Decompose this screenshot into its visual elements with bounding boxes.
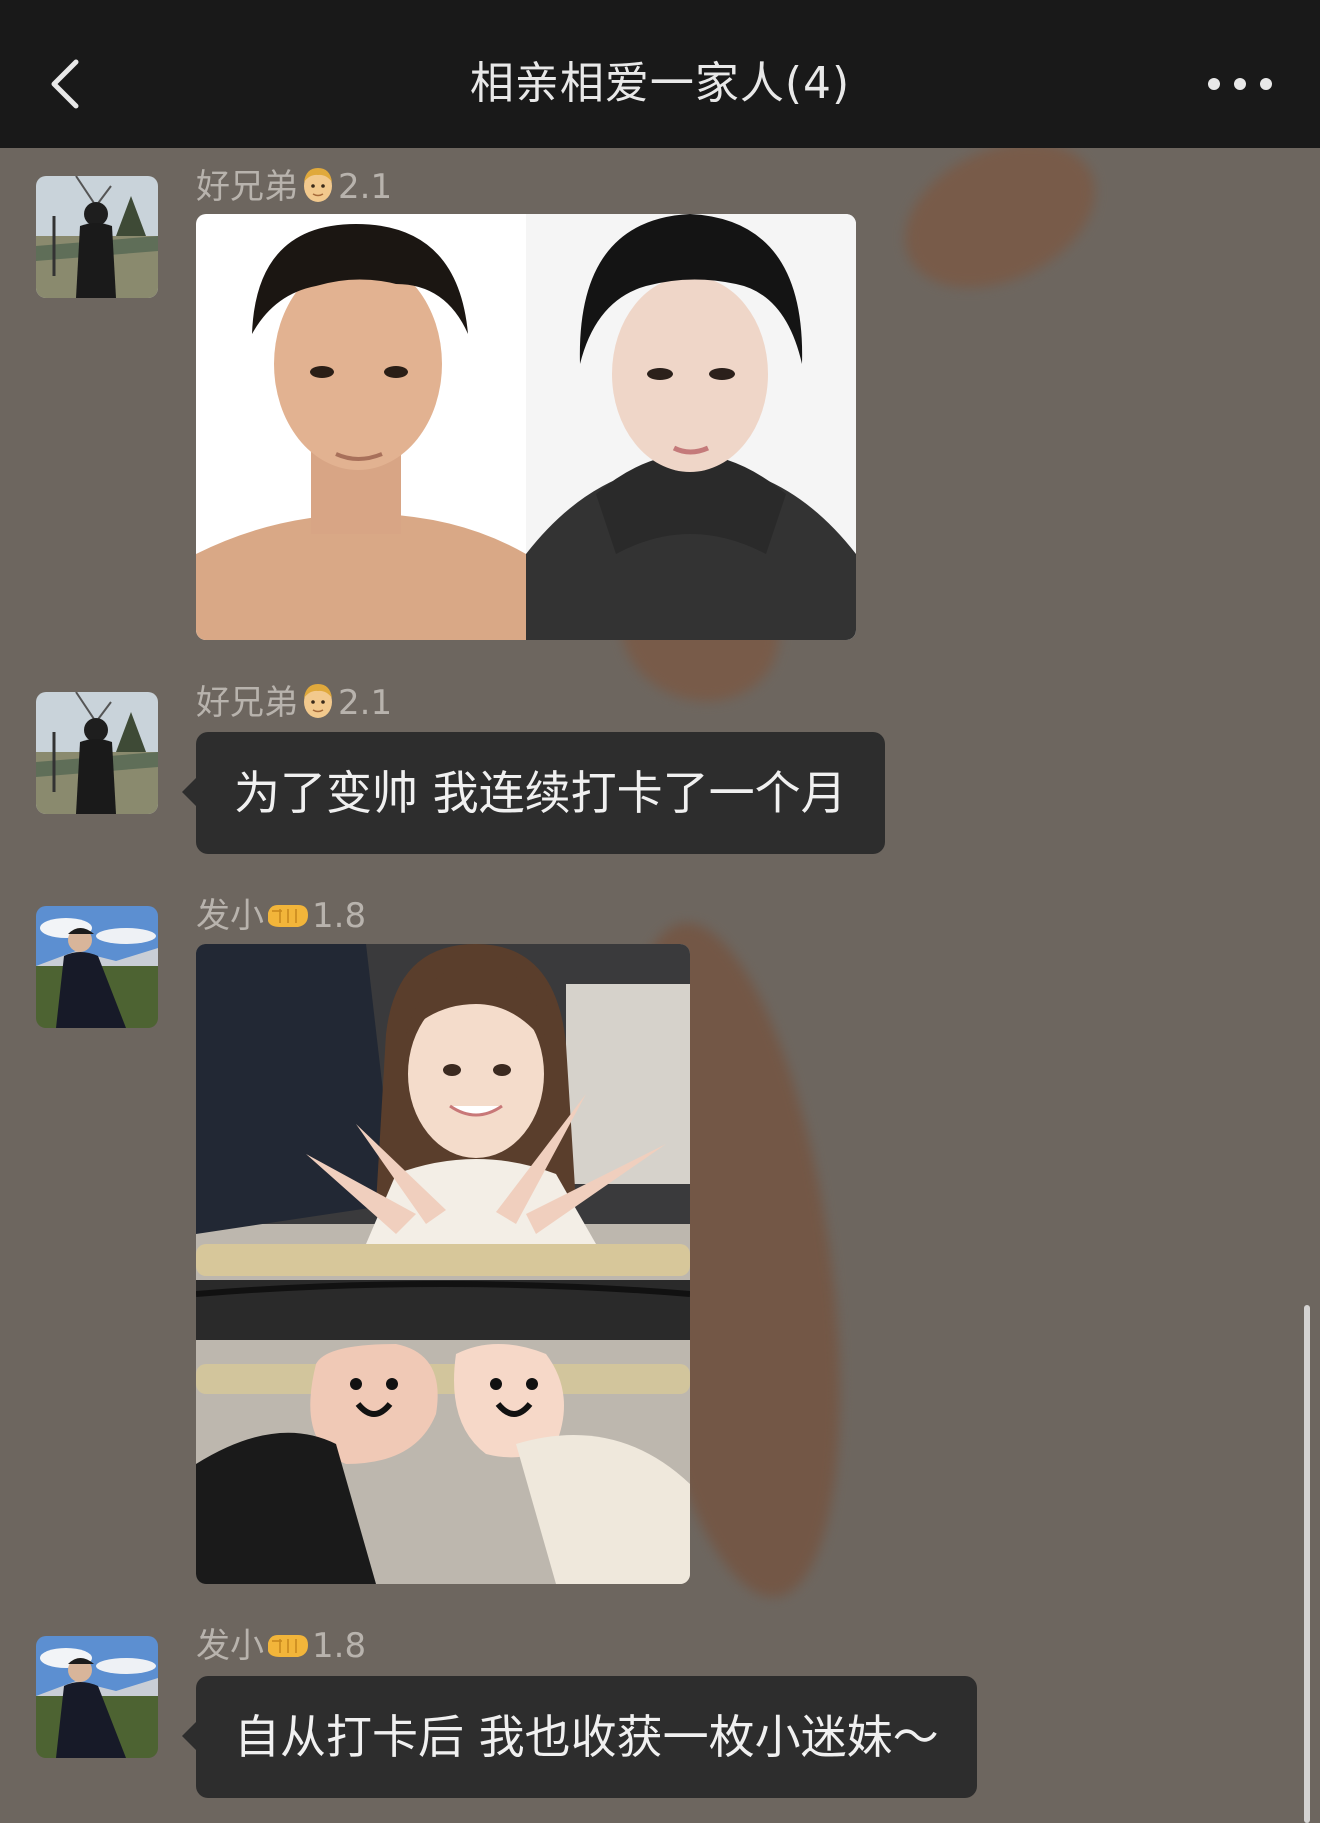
man-face-emoji — [300, 164, 336, 215]
message-bubble[interactable]: 为了变帅 我连续打卡了一个月 — [182, 732, 885, 854]
message-image: 好兄弟 2.1 — [0, 167, 1320, 650]
message-bubble[interactable]: 自从打卡后 我也收获一枚小迷妹～ — [182, 1676, 977, 1798]
avatar[interactable] — [36, 906, 158, 1028]
before-after-portrait-photo[interactable] — [196, 214, 856, 640]
message-text: 好兄弟 2.1 为了变帅 我连续打卡了一个月 — [0, 683, 1320, 856]
ellipsis-icon[interactable] — [1196, 62, 1284, 106]
avatar[interactable] — [36, 176, 158, 298]
sender-score: 2.1 — [338, 167, 393, 207]
chat-title: 相亲相爱一家人(4) — [469, 58, 851, 109]
avatar[interactable] — [36, 692, 158, 814]
sender-label: 好兄弟 2.1 — [196, 164, 392, 215]
sender-label: 好兄弟 2.1 — [196, 680, 392, 731]
sender-label: 发小 1.8 — [196, 894, 366, 944]
left-facing-fist-emoji — [266, 899, 310, 944]
man-face-emoji — [300, 680, 336, 731]
sender-score: 1.8 — [312, 1626, 367, 1666]
message-image: 发小 1.8 — [0, 896, 1320, 1590]
sender-name: 好兄弟 — [196, 167, 298, 207]
couple-photo[interactable] — [196, 944, 690, 1584]
left-facing-fist-emoji — [266, 1629, 310, 1674]
scrollbar[interactable] — [1304, 1305, 1310, 1823]
sender-name: 发小 — [196, 1626, 264, 1666]
sender-score: 2.1 — [338, 683, 393, 723]
top-bar: 相亲相爱一家人(4) — [0, 0, 1320, 148]
message-text: 发小 1.8 自从打卡后 我也收获一枚小迷妹～ — [0, 1626, 1320, 1820]
sender-label: 发小 1.8 — [196, 1624, 366, 1674]
sender-score: 1.8 — [312, 896, 367, 936]
sender-name: 好兄弟 — [196, 683, 298, 723]
avatar[interactable] — [36, 1636, 158, 1758]
sender-name: 发小 — [196, 896, 264, 936]
